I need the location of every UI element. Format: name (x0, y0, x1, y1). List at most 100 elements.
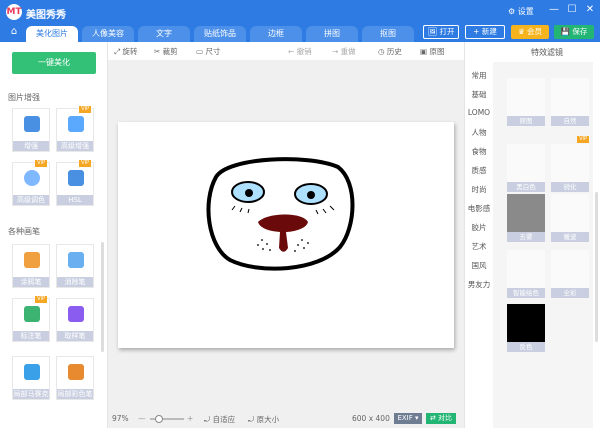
filter-invert[interactable]: 反色 (507, 304, 545, 352)
tool-enhance[interactable]: 增强 (12, 108, 50, 152)
tab-beautify[interactable]: 美化图片 (26, 26, 78, 42)
tool-local-color-pen[interactable]: 局部彩色笔 (56, 356, 94, 400)
filter-thumbnail (507, 250, 545, 288)
tool-advanced-enhance[interactable]: VIP 高级增强 (56, 106, 94, 152)
filter-sharpen[interactable]: VIP 锐化 (551, 136, 589, 192)
one-key-beautify-button[interactable]: 一键美化 (12, 52, 96, 74)
zoom-out-icon[interactable]: — (138, 414, 146, 423)
new-button[interactable]: + 新建 (465, 25, 505, 39)
compare-button[interactable]: ⇄ 对比 (426, 413, 456, 424)
tool-doodle-pen[interactable]: 涂鸦笔 (12, 244, 50, 288)
close-button[interactable]: ✕ (584, 4, 596, 15)
undo-button[interactable]: ← 撤销 (288, 46, 312, 57)
filter-black-white[interactable]: 黑白色 (507, 144, 545, 192)
filter-panel: 特效滤镜 常用 基础 LOMO 人物 食物 质感 时尚 电影感 胶片 艺术 国风… (464, 42, 600, 428)
tool-hsl[interactable]: VIP HSL (56, 160, 94, 206)
original-button[interactable]: ▣ 原图 (420, 46, 444, 57)
eraser-icon (68, 252, 84, 268)
cartoon-face-drawing (206, 157, 355, 271)
settings-button[interactable]: ⚙ 设置 (508, 6, 534, 17)
mosaic-icon (24, 364, 40, 380)
vip-button[interactable]: ♛ 会员 (511, 25, 549, 39)
category-fashion[interactable]: 时尚 (465, 184, 493, 195)
rotate-button[interactable]: ⤢ 旋转 (114, 46, 137, 57)
section-brushes: 各种画笔 (8, 227, 40, 236)
filter-categories: 常用 基础 LOMO 人物 食物 质感 时尚 电影感 胶片 艺术 国风 男友力 (465, 62, 493, 428)
resize-button[interactable]: ▭ 尺寸 (196, 46, 220, 57)
zoom-in-icon[interactable]: + (187, 414, 193, 423)
image-dimensions: 600 x 400 (352, 414, 390, 423)
filter-panel-title: 特效滤镜 (531, 48, 563, 57)
filter-thumbnail (507, 304, 545, 342)
save-button[interactable]: 💾 保存 (554, 25, 594, 39)
filter-thumbnail (551, 78, 589, 116)
zoom-slider-handle[interactable] (155, 415, 163, 423)
tool-marker-pen[interactable]: VIP 标注笔 (12, 296, 50, 342)
enhance-icon (24, 116, 40, 132)
image-canvas[interactable] (118, 122, 454, 348)
category-film[interactable]: 胶片 (465, 222, 493, 233)
tab-bar: ⌂ 美化图片 人像美容 文字 贴纸饰品 边框 拼图 抠图 🖼 打开 + 新建 ♛… (0, 24, 600, 42)
category-texture[interactable]: 质感 (465, 165, 493, 176)
redo-button[interactable]: → 重做 (332, 46, 356, 57)
title-bar: MT 美图秀秀 ⚙ 设置 — ☐ ✕ (0, 0, 600, 24)
home-icon[interactable]: ⌂ (6, 26, 22, 40)
tab-stickers[interactable]: 贴纸饰品 (194, 26, 246, 42)
maximize-button[interactable]: ☐ (566, 4, 578, 15)
tool-sampling-pen[interactable]: 取样笔 (56, 298, 94, 342)
filter-smart-color[interactable]: 智能绘色 (507, 250, 545, 298)
crop-button[interactable]: ✂ 裁剪 (154, 46, 178, 57)
tab-portrait[interactable]: 人像美容 (82, 26, 134, 42)
history-button[interactable]: ◷ 历史 (378, 46, 402, 57)
open-button[interactable]: 🖼 打开 (423, 25, 459, 39)
status-bar: 97% — + ⤾ 自适应 ⤾ 原大小 600 x 400 EXIF ▾ ⇄ 对… (108, 410, 464, 428)
filter-natural[interactable]: 自然 (551, 78, 589, 126)
exif-button[interactable]: EXIF ▾ (394, 413, 422, 424)
tab-cutout[interactable]: 抠图 (362, 26, 414, 42)
category-lomo[interactable]: LOMO (465, 108, 493, 117)
filter-original[interactable]: 原图 (507, 78, 545, 126)
category-chinese-style[interactable]: 国风 (465, 260, 493, 271)
tab-frame[interactable]: 边框 (250, 26, 302, 42)
category-common[interactable]: 常用 (465, 70, 493, 81)
filter-thumbnail (551, 194, 589, 232)
paint-brush-icon (68, 364, 84, 380)
tool-eraser-pen[interactable]: 消除笔 (56, 244, 94, 288)
filter-thumbnail (507, 194, 545, 232)
minimize-button[interactable]: — (548, 4, 560, 15)
app-title: 美图秀秀 (26, 10, 66, 21)
fit-button[interactable]: ⤾ 自适应 (204, 414, 235, 425)
color-palette-icon (24, 170, 40, 186)
category-people[interactable]: 人物 (465, 127, 493, 138)
zoom-slider[interactable] (150, 415, 184, 423)
pencil-icon (24, 306, 40, 322)
filter-full-color[interactable]: 全彩 (551, 250, 589, 298)
eyedropper-icon (68, 306, 84, 322)
canvas-area (108, 60, 464, 410)
app-logo: MT (6, 4, 22, 20)
filter-thumbnail (507, 144, 545, 182)
actual-size-button[interactable]: ⤾ 原大小 (248, 414, 279, 425)
tab-collage[interactable]: 拼图 (306, 26, 358, 42)
left-tool-panel: 一键美化 图片增强 增强 VIP 高级增强 VIP 高级调色 VIP HSL 各… (0, 42, 108, 428)
magic-wand-icon (68, 116, 84, 132)
edit-toolbar: ⤢ 旋转 ✂ 裁剪 ▭ 尺寸 ← 撤销 → 重做 ◷ 历史 ▣ 原图 (108, 42, 464, 60)
filter-thumbnail (551, 250, 589, 288)
tool-advanced-color[interactable]: VIP 高级调色 (12, 160, 50, 206)
filter-warm-wave[interactable]: 暖波 (551, 194, 589, 242)
category-cinematic[interactable]: 电影感 (465, 203, 493, 214)
filter-grid: 原图 自然 黑白色 VIP 锐化 去雾 暖波 智能绘色 全彩 反色 (493, 62, 593, 428)
category-art[interactable]: 艺术 (465, 241, 493, 252)
section-image-enhance: 图片增强 (8, 93, 40, 102)
filter-dehaze[interactable]: 去雾 (507, 194, 545, 242)
sliders-icon (68, 170, 84, 186)
tab-text[interactable]: 文字 (138, 26, 190, 42)
filter-thumbnail (551, 144, 589, 182)
filter-scrollbar[interactable] (595, 192, 598, 342)
category-food[interactable]: 食物 (465, 146, 493, 157)
category-boyfriend[interactable]: 男友力 (465, 279, 493, 290)
category-basic[interactable]: 基础 (465, 89, 493, 100)
brush-icon (24, 252, 40, 268)
left-scrollbar[interactable] (101, 242, 104, 352)
tool-local-mosaic[interactable]: 局部马赛克 (12, 356, 50, 400)
